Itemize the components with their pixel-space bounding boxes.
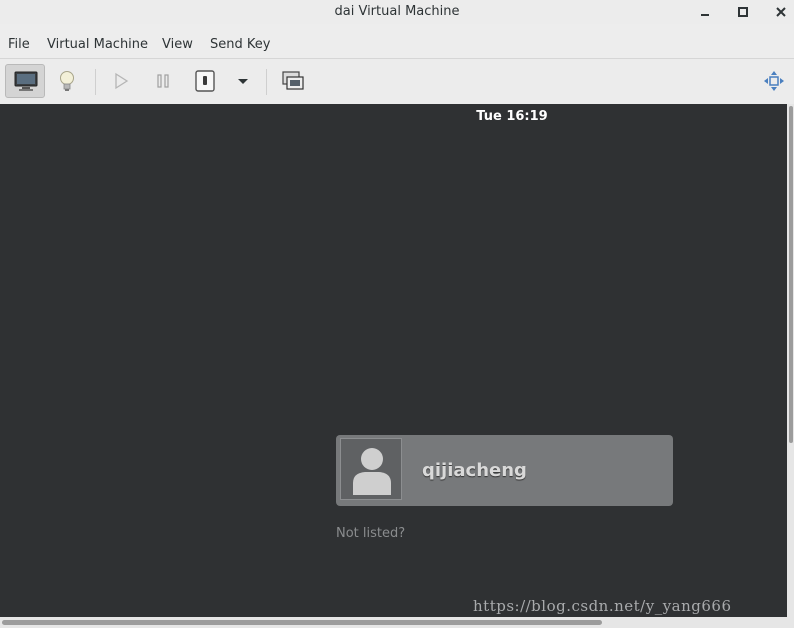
fullscreen-icon bbox=[764, 71, 784, 91]
not-listed-link[interactable]: Not listed? bbox=[336, 526, 405, 541]
user-list-item[interactable]: qijiacheng bbox=[336, 435, 673, 506]
maximize-button[interactable] bbox=[732, 2, 754, 22]
toolbar bbox=[0, 58, 794, 105]
shutdown-menu-button[interactable] bbox=[223, 64, 259, 98]
vertical-scrollbar-thumb[interactable] bbox=[789, 106, 793, 443]
close-button[interactable] bbox=[770, 2, 792, 22]
show-console-button[interactable] bbox=[5, 64, 45, 98]
power-icon bbox=[195, 70, 215, 92]
lightbulb-icon bbox=[60, 71, 74, 91]
snapshot-icon bbox=[282, 71, 304, 90]
vertical-scrollbar[interactable] bbox=[787, 104, 794, 617]
run-button[interactable] bbox=[101, 64, 141, 98]
snapshots-button[interactable] bbox=[273, 64, 313, 98]
toolbar-separator bbox=[95, 69, 96, 95]
play-icon bbox=[115, 72, 129, 90]
close-icon bbox=[776, 6, 786, 17]
menu-bar: File Virtual Machine View Send Key bbox=[0, 32, 794, 58]
username-label: qijiacheng bbox=[422, 460, 527, 481]
menu-virtual-machine[interactable]: Virtual Machine bbox=[46, 32, 149, 58]
virt-viewer-window: dai Virtual Machine File Virtual Machine… bbox=[0, 0, 794, 628]
horizontal-scrollbar-thumb[interactable] bbox=[2, 620, 602, 625]
horizontal-scrollbar[interactable] bbox=[0, 617, 794, 628]
monitor-icon bbox=[14, 71, 38, 91]
menu-view[interactable]: View bbox=[161, 32, 194, 58]
avatar bbox=[340, 438, 402, 500]
show-details-button[interactable] bbox=[47, 64, 87, 98]
menu-send-key[interactable]: Send Key bbox=[209, 32, 271, 58]
pause-button[interactable] bbox=[143, 64, 183, 98]
window-title: dai Virtual Machine bbox=[334, 4, 460, 19]
minimize-icon bbox=[701, 13, 709, 16]
fullscreen-button[interactable] bbox=[754, 64, 794, 98]
minimize-button[interactable] bbox=[694, 2, 716, 22]
user-icon bbox=[353, 448, 391, 495]
maximize-icon bbox=[738, 6, 748, 17]
dropdown-arrow-icon bbox=[238, 79, 248, 84]
guest-console-display[interactable]: Tue 16:19 qijiacheng Not listed? https:/… bbox=[0, 104, 787, 617]
clock[interactable]: Tue 16:19 bbox=[432, 109, 592, 124]
menu-file[interactable]: File bbox=[7, 32, 31, 58]
shutdown-button[interactable] bbox=[185, 64, 225, 98]
title-bar[interactable]: dai Virtual Machine bbox=[0, 0, 794, 24]
watermark-text: https://blog.csdn.net/y_yang666 bbox=[473, 597, 732, 615]
toolbar-separator bbox=[266, 69, 267, 95]
pause-icon bbox=[157, 74, 169, 88]
